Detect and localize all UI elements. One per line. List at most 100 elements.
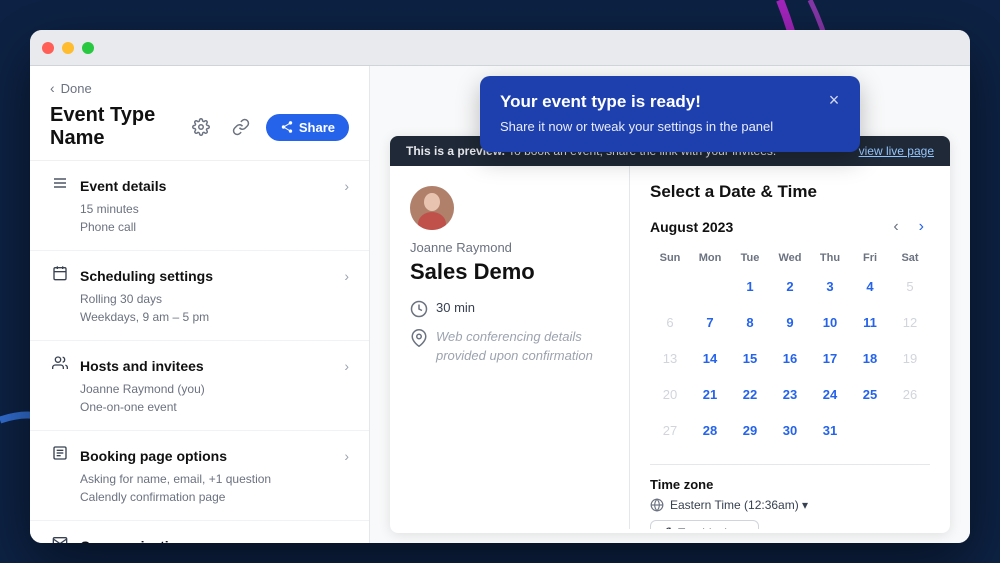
available-date[interactable]: 18 (855, 343, 885, 373)
available-date[interactable]: 25 (855, 379, 885, 409)
share-button[interactable]: Share (266, 114, 349, 141)
browser-window: ‹ Done Event Type Name (30, 30, 970, 543)
menu-section-booking[interactable]: Booking page options › Asking for name, … (30, 431, 369, 521)
available-date[interactable]: 28 (695, 415, 725, 445)
timezone-section: Time zone Eastern Time (12:36am) ▾ (650, 464, 930, 529)
back-label: Done (61, 81, 92, 96)
available-date[interactable]: 4 (855, 271, 885, 301)
popup-close-button[interactable]: × (822, 88, 846, 112)
unavailable-date: 19 (895, 343, 925, 373)
main-content: Your event type is ready! Share it now o… (370, 66, 970, 543)
wrench-icon (661, 527, 673, 529)
booking-title: Booking page options (80, 448, 227, 464)
view-live-link[interactable]: view live page (859, 144, 934, 158)
calendar-grid: SunMonTueWedThuFriSat 123456789101112131… (650, 248, 930, 448)
available-date[interactable]: 2 (775, 271, 805, 301)
hosts-info: Joanne Raymond (you) One-on-one event (50, 380, 349, 416)
detail-questions: Asking for name, email, +1 question (80, 470, 349, 488)
menu-section-hosts[interactable]: Hosts and invitees › Joanne Raymond (you… (30, 341, 369, 431)
menu-section-left: Booking page options (50, 445, 227, 466)
browser-body: ‹ Done Event Type Name (30, 66, 970, 543)
calendar-week-row: 12345 (650, 268, 930, 304)
calendar-section-title: Select a Date & Time (650, 182, 930, 202)
success-popup: Your event type is ready! Share it now o… (480, 76, 860, 152)
calendar-navigation: August 2023 ‹ › (650, 216, 930, 238)
preview-body: Joanne Raymond Sales Demo 30 min (390, 166, 950, 529)
menu-section-communications[interactable]: Communications Calendar invitations No r… (30, 521, 369, 543)
available-date[interactable]: 10 (815, 307, 845, 337)
available-date[interactable]: 24 (815, 379, 845, 409)
menu-section-scheduling[interactable]: Scheduling settings › Rolling 30 days We… (30, 251, 369, 341)
calendar-panel: Select a Date & Time August 2023 ‹ › Sun… (630, 166, 950, 529)
available-date[interactable]: 9 (775, 307, 805, 337)
available-date[interactable]: 11 (855, 307, 885, 337)
calendar-day-header: Thu (810, 248, 850, 268)
chevron-right-icon: › (344, 268, 349, 284)
organizer-name: Joanne Raymond (410, 240, 609, 255)
available-date[interactable]: 22 (735, 379, 765, 409)
calendar-week-row: 6789 10 11 12 (650, 304, 930, 340)
sidebar-header: ‹ Done Event Type Name (30, 66, 369, 161)
chevron-right-icon: › (344, 178, 349, 194)
duration-text: 30 min (436, 299, 475, 317)
detail-host-name: Joanne Raymond (you) (80, 380, 349, 398)
available-date[interactable]: 3 (815, 271, 845, 301)
available-date[interactable]: 17 (815, 343, 845, 373)
event-type-title: Event Type Name (50, 104, 186, 150)
detail-call-type: Phone call (80, 218, 349, 236)
unavailable-date: 5 (895, 271, 925, 301)
available-date[interactable]: 16 (775, 343, 805, 373)
menu-section-header: Event details › (50, 175, 349, 196)
available-date[interactable]: 1 (735, 271, 765, 301)
available-date[interactable]: 29 (735, 415, 765, 445)
unavailable-date: 13 (655, 343, 685, 373)
unavailable-date: 27 (655, 415, 685, 445)
menu-section-left: Communications (50, 535, 194, 543)
sidebar-menu: Event details › 15 minutes Phone call (30, 161, 369, 543)
calendar-day-header: Mon (690, 248, 730, 268)
available-date[interactable]: 30 (775, 415, 805, 445)
menu-section-header: Hosts and invitees › (50, 355, 349, 376)
available-date[interactable]: 8 (735, 307, 765, 337)
available-date[interactable]: 14 (695, 343, 725, 373)
available-date[interactable]: 7 (695, 307, 725, 337)
popup-title: Your event type is ready! (500, 92, 840, 112)
location-text: Web conferencing details provided upon c… (436, 328, 609, 364)
available-date[interactable]: 15 (735, 343, 765, 373)
calendar-day-header: Tue (730, 248, 770, 268)
share-label: Share (299, 120, 335, 135)
calendar-week-row: 20212223242526 (650, 376, 930, 412)
settings-icon-button[interactable] (186, 112, 216, 142)
organizer-avatar (410, 186, 454, 230)
maximize-window-button[interactable] (82, 42, 94, 54)
calendar-icon (50, 265, 70, 286)
sidebar-title-row: Event Type Name (50, 104, 349, 150)
next-month-button[interactable]: › (913, 216, 930, 238)
back-button[interactable]: ‹ Done (50, 80, 349, 96)
prev-month-button[interactable]: ‹ (887, 216, 904, 238)
unavailable-date: 20 (655, 379, 685, 409)
chevron-right-icon: › (344, 448, 349, 464)
event-details-info: 15 minutes Phone call (50, 200, 349, 236)
hosts-title: Hosts and invitees (80, 358, 204, 374)
unavailable-date: 12 (895, 307, 925, 337)
timezone-value[interactable]: Eastern Time (12:36am) ▾ (670, 498, 808, 512)
booking-info-panel: Joanne Raymond Sales Demo 30 min (390, 166, 630, 529)
link-icon-button[interactable] (226, 112, 256, 142)
duration-item: 30 min (410, 299, 609, 318)
menu-section-left: Event details (50, 175, 166, 196)
menu-section-event-details[interactable]: Event details › 15 minutes Phone call (30, 161, 369, 251)
menu-section-header: Scheduling settings › (50, 265, 349, 286)
popup-subtitle: Share it now or tweak your settings in t… (500, 118, 840, 136)
available-date[interactable]: 21 (695, 379, 725, 409)
available-date[interactable]: 23 (775, 379, 805, 409)
calendar-day-header: Wed (770, 248, 810, 268)
unavailable-date: 6 (655, 307, 685, 337)
available-date[interactable]: 31 (815, 415, 845, 445)
people-icon (50, 355, 70, 376)
sidebar: ‹ Done Event Type Name (30, 66, 370, 543)
minimize-window-button[interactable] (62, 42, 74, 54)
menu-icon (50, 175, 70, 196)
close-window-button[interactable] (42, 42, 54, 54)
troubleshoot-button[interactable]: Troubleshoot (650, 520, 759, 529)
